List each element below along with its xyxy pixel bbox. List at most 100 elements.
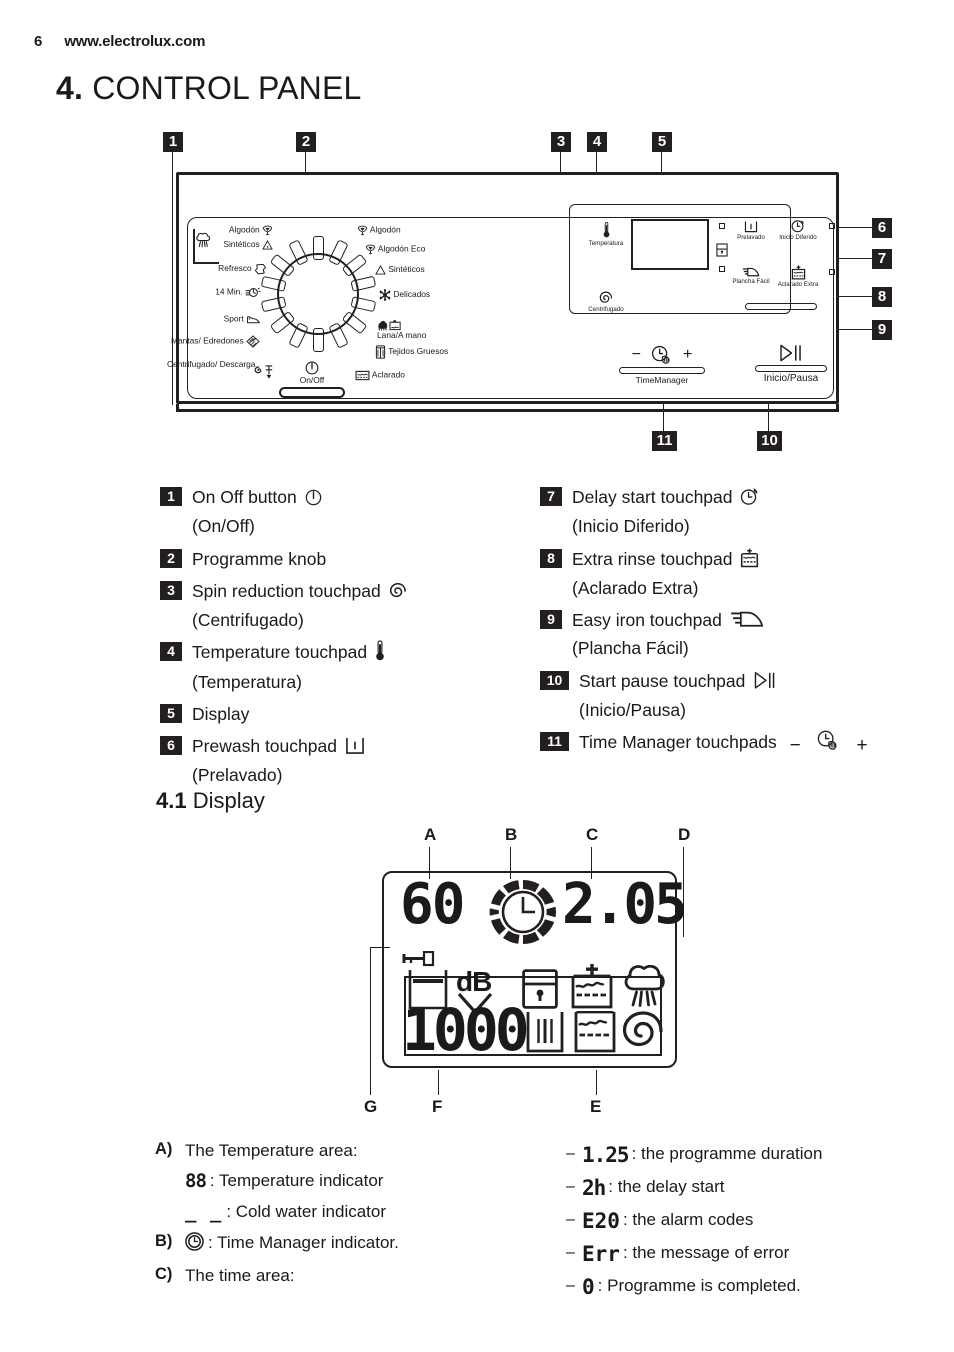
legend-subtext: (Inicio/Pausa) <box>579 699 686 720</box>
timemanager-minus-button[interactable]: − <box>632 347 641 363</box>
timemanager-plus-button[interactable]: + <box>683 347 692 363</box>
door-lock-icon <box>716 243 728 257</box>
display-screen <box>631 219 709 270</box>
page-header: 6 www.electrolux.com <box>34 33 205 50</box>
page-title: 4. CONTROL PANEL <box>56 70 362 107</box>
timemanager-icon <box>816 730 842 758</box>
legend-subtext: (Prelavado) <box>192 765 283 786</box>
callout-11: 11 <box>652 431 677 451</box>
spin-icon <box>622 1011 663 1047</box>
led-indicator-top <box>719 223 725 229</box>
delay-clock-icon <box>740 487 759 513</box>
pad-temperatura[interactable]: Temperatura <box>575 221 637 247</box>
callout-10: 10 <box>757 431 782 451</box>
legend-subtext: (Centrifugado) <box>192 610 304 630</box>
dash: – <box>566 1211 575 1228</box>
explanation-key: A) <box>155 1140 173 1158</box>
temperature-value: 60 <box>400 872 465 937</box>
timemanager-dial-icon <box>489 880 557 944</box>
legend-number: 7 <box>540 487 562 506</box>
knob-label-right-4: Lana/A mano <box>377 319 426 340</box>
knob-label-left-1: Sintéticos <box>179 240 273 250</box>
legend-text: Programme knob <box>192 548 327 569</box>
knob-label-left-6: Centrifugado/ Descarga <box>167 359 256 369</box>
legend-item-1: 1 On Off button (On/Off) <box>160 484 540 540</box>
pad-plancha-facil[interactable]: Plancha Fácil <box>727 267 775 285</box>
subsection-title: 4.1 Display <box>156 788 265 814</box>
legend-subtext: (Temperatura) <box>192 671 302 692</box>
knob-label-right-0: Algodón <box>357 225 401 236</box>
start-pause-label: Inicio/Pausa <box>763 373 819 384</box>
legend-subtext: (Aclarado Extra) <box>572 577 699 598</box>
cold-water-glyph: _ _ <box>185 1201 223 1224</box>
knob-label-left-2: Refresco <box>179 263 267 275</box>
legend-item-11: 11 Time Manager touchpads − + <box>540 729 940 761</box>
display-letter-e: E <box>590 1097 602 1116</box>
callout-3: 3 <box>551 132 571 152</box>
legend-text: On Off button (On/Off) <box>192 484 322 540</box>
pad-prelavado[interactable]: Prelavado <box>729 221 773 241</box>
callout-6: 6 <box>872 218 892 238</box>
knob-segment <box>269 310 295 335</box>
legend-text: Start pause touchpad (Inicio/Pausa) <box>579 668 777 724</box>
legend-subtext: (Plancha Fácil) <box>572 638 689 659</box>
explanation-text: : Cold water indicator <box>226 1202 387 1222</box>
minus-icon: − <box>789 735 801 756</box>
delay-glyph: 2h <box>582 1176 606 1200</box>
knob-label-left-4: Sport <box>183 314 261 325</box>
leader-f <box>438 1070 440 1095</box>
timemanager-touchpads[interactable]: − + TimeManager <box>607 345 717 385</box>
callout-4: 4 <box>587 132 607 152</box>
leader-e <box>596 1070 598 1095</box>
led-aclarado-extra <box>829 269 835 275</box>
start-pause-touchbar[interactable] <box>755 365 827 372</box>
timemanager-touchbar[interactable] <box>619 367 705 374</box>
knob-segment <box>327 322 349 349</box>
knob-label-right-2: Sintéticos <box>375 265 425 275</box>
start-pause-touchpad[interactable]: Inicio/Pausa <box>741 343 841 384</box>
legend-number: 1 <box>160 487 182 506</box>
pad-aclarado-extra[interactable]: Aclarado Extra <box>775 265 821 288</box>
display-letter-b: B <box>505 825 518 844</box>
legend-text: Time Manager touchpads − + <box>579 729 868 761</box>
extra-rinse-icon <box>791 265 805 280</box>
programme-knob[interactable] <box>255 231 381 357</box>
synthetics-icon <box>375 265 386 275</box>
knob-segment <box>312 236 324 260</box>
control-panel-illustration: Algodón Sintéticos Refresco 14 Min. Spor… <box>167 172 841 404</box>
knob-label-right-3: Delicados <box>379 289 430 301</box>
legend-number: 2 <box>160 548 182 568</box>
thermometer-icon <box>603 221 609 238</box>
onoff-button[interactable]: On/Off <box>287 361 337 385</box>
pad-centrifugado[interactable]: Centrifugado <box>573 291 639 313</box>
timemanager-row: − + <box>607 345 717 365</box>
explanation-error-message: – Err : the message of error <box>566 1242 954 1266</box>
page-number: 6 <box>34 33 43 50</box>
knob-label-right-6: Aclarado <box>355 370 405 381</box>
error-glyph: Err <box>582 1242 620 1266</box>
subsection-label: Display <box>192 788 265 813</box>
explanation-delay-start: – 2h : the delay start <box>566 1176 954 1200</box>
explanation-c: C) The time area: <box>155 1265 555 1286</box>
legend-subtext: (On/Off) <box>192 516 255 537</box>
prewash-icon <box>345 736 365 762</box>
spin-icon <box>599 291 613 303</box>
legend-item-2: 2 Programme knob <box>160 546 540 572</box>
legend-text: Spin reduction touchpad (Centrifugado) <box>192 578 407 634</box>
section-number: 4. <box>56 70 84 106</box>
sport-icon <box>247 316 260 324</box>
dash: – <box>566 1277 575 1294</box>
pad-inicio-diferido[interactable]: Inicio Diferido <box>775 219 821 241</box>
legend-item-6: 6 Prewash touchpad (Prelavado) <box>160 733 540 789</box>
explanation-cold-water-indicator: _ _ : Cold water indicator <box>155 1201 555 1223</box>
secondary-touchbar[interactable] <box>745 303 817 310</box>
knob-label-left-3: 14 Min. <box>175 287 261 298</box>
easy-care-icon <box>624 965 665 1007</box>
callout-8: 8 <box>872 287 892 307</box>
refresh-icon <box>254 263 267 275</box>
display-letter-d: D <box>678 825 691 844</box>
legend-text: Display <box>192 703 250 724</box>
key-lock-icon <box>402 951 435 967</box>
legend-number: 3 <box>160 580 182 600</box>
explanation-key: C) <box>155 1265 173 1284</box>
